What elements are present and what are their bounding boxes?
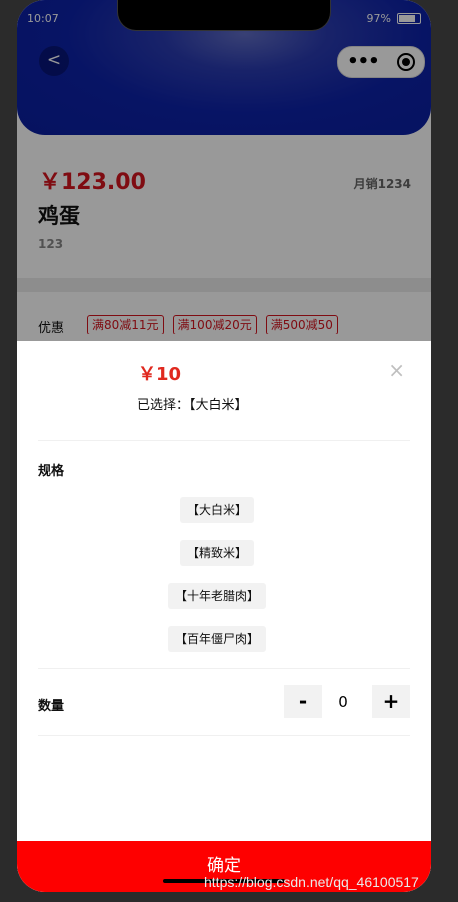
spec-option-jing-zhi-mi[interactable]: 【精致米】: [179, 540, 255, 566]
spec-selector-sheet: ￥10 × 已选择：【大白米】 规格 【大白米】 【精致米】 【十年老腊肉】 【…: [17, 341, 431, 892]
quantity-value: 0: [338, 693, 348, 711]
selected-price: ￥10: [138, 364, 182, 385]
selected-spec-text: 已选择：【大白米】: [137, 398, 248, 413]
watermark-text: https://blog.csdn.net/qq_46100517: [204, 874, 419, 890]
close-icon[interactable]: ×: [388, 360, 405, 380]
divider: [38, 735, 410, 736]
spec-option-da-bai-mi[interactable]: 【大白米】: [179, 497, 255, 523]
spec-option-la-rou[interactable]: 【十年老腊肉】: [167, 583, 267, 609]
phone-screen: 10:07 97% < ••• ￥123.00 月销1234 鸡蛋 123 优惠…: [17, 0, 431, 892]
quantity-minus-button[interactable]: -: [284, 685, 322, 718]
divider: [38, 440, 410, 441]
spec-option-jiang-shi-rou[interactable]: 【百年僵尸肉】: [167, 626, 267, 652]
quantity-label: 数量: [38, 699, 65, 714]
quantity-plus-button[interactable]: +: [372, 685, 410, 718]
divider: [38, 668, 410, 669]
spec-title: 规格: [38, 464, 65, 479]
